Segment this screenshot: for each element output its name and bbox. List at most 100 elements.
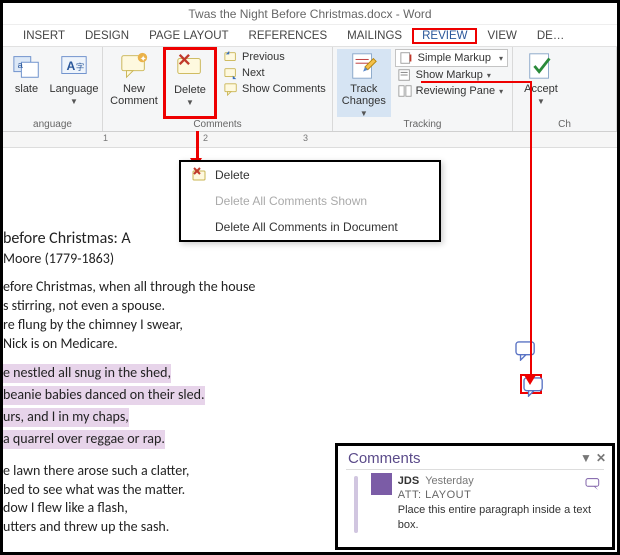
- accept-button[interactable]: Accept ▼: [517, 49, 565, 117]
- show-comments-label: Show Comments: [242, 83, 326, 95]
- language-label: Language: [50, 83, 99, 95]
- annotation-arrow: [530, 81, 532, 381]
- track-changes-label: Track Changes: [341, 83, 387, 107]
- delete-comment-icon: [191, 167, 207, 183]
- show-markup-label: Show Markup: [416, 69, 483, 81]
- delete-comment-button[interactable]: Delete ▼: [166, 50, 214, 109]
- comment-marker-icon[interactable]: [515, 341, 537, 361]
- group-language: a slate A字 Language ▼ anguage: [3, 47, 103, 131]
- translate-icon: a: [12, 51, 42, 81]
- track-changes-button[interactable]: Track Changes ▼: [337, 49, 391, 117]
- annotation-arrow: [196, 131, 199, 161]
- chevron-down-icon: ▾: [499, 87, 503, 96]
- next-comment-button[interactable]: Next: [221, 65, 329, 81]
- comment-time: Yesterday: [425, 475, 474, 487]
- comment-item[interactable]: JDS Yesterday ATT: LAYOUT Place this enti…: [338, 470, 612, 547]
- reviewing-pane-label: Reviewing Pane: [416, 85, 496, 97]
- svg-text:A: A: [67, 59, 76, 73]
- group-label-changes: Ch: [513, 119, 616, 130]
- group-label-tracking: Tracking: [333, 119, 512, 130]
- markup-icon: [400, 51, 414, 65]
- tab-developer[interactable]: DE…: [527, 30, 574, 42]
- ribbon-tabs: INSERT DESIGN PAGE LAYOUT REFERENCES MAI…: [3, 25, 617, 47]
- app-window: Twas the Night Before Christmas.docx - W…: [0, 0, 620, 555]
- reply-icon[interactable]: [584, 478, 602, 495]
- reviewing-pane-button[interactable]: Reviewing Pane ▾: [395, 83, 508, 99]
- chevron-down-icon: ▼: [70, 97, 78, 106]
- reviewing-pane-icon: [398, 84, 412, 98]
- chevron-down-icon: ▼: [186, 98, 194, 107]
- tab-mailings[interactable]: MAILINGS: [337, 30, 412, 42]
- menu-delete[interactable]: Delete: [181, 162, 439, 188]
- group-tracking: Track Changes ▼ Simple Markup ▾ Show Mar…: [333, 47, 513, 131]
- show-comments-button[interactable]: Show Comments: [221, 81, 329, 97]
- doc-text: s stirring, not even a spouse.: [3, 297, 617, 316]
- chevron-down-icon: ▼: [360, 109, 368, 118]
- horizontal-ruler[interactable]: 1 2 3: [3, 132, 617, 148]
- delete-comment-label: Delete: [174, 84, 206, 96]
- svg-text:字: 字: [76, 62, 84, 72]
- comments-panel-title: Comments: [348, 450, 421, 467]
- svg-text:a: a: [17, 60, 23, 70]
- new-comment-icon: ✦: [119, 51, 149, 81]
- tab-design[interactable]: DESIGN: [75, 30, 139, 42]
- doc-text-highlighted: urs, and I in my chaps,: [3, 408, 129, 427]
- language-button[interactable]: A字 Language ▼: [50, 49, 98, 117]
- ribbon: a slate A字 Language ▼ anguage ✦: [3, 47, 617, 132]
- tab-references[interactable]: REFERENCES: [239, 30, 338, 42]
- chevron-down-icon[interactable]: ▼: [580, 451, 592, 465]
- language-icon: A字: [59, 51, 89, 81]
- delete-dropdown-menu: Delete Delete All Comments Shown Delete …: [179, 160, 441, 242]
- chevron-down-icon: ▾: [487, 71, 491, 80]
- tab-view[interactable]: VIEW: [477, 30, 526, 42]
- window-title: Twas the Night Before Christmas.docx - W…: [3, 3, 617, 25]
- annotation-arrow: [421, 81, 531, 83]
- track-changes-icon: [349, 51, 379, 81]
- display-for-review-dropdown[interactable]: Simple Markup ▾: [395, 49, 508, 67]
- chevron-down-icon: ▾: [499, 54, 503, 63]
- chevron-down-icon: ▼: [537, 97, 545, 106]
- new-comment-button[interactable]: ✦ New Comment: [107, 49, 161, 117]
- group-changes: Accept ▼ Ch: [513, 47, 617, 131]
- next-icon: [224, 66, 238, 80]
- translate-label: slate: [15, 83, 38, 95]
- show-markup-icon: [398, 68, 412, 82]
- doc-text: re flung by the chimney I swear,: [3, 316, 617, 335]
- show-comments-icon: [224, 82, 238, 96]
- accept-icon: [526, 51, 556, 81]
- next-label: Next: [242, 67, 265, 79]
- menu-delete-label: Delete: [215, 168, 250, 182]
- tab-insert[interactable]: INSERT: [13, 30, 75, 42]
- menu-delete-all-document[interactable]: Delete All Comments in Document: [181, 214, 439, 240]
- comment-body-text: Place this entire paragraph inside a tex…: [398, 503, 602, 533]
- comments-panel: Comments ▼ ✕ JDS Yesterday ATT: LAYOUT Pl…: [335, 443, 615, 550]
- menu-delete-all-shown: Delete All Comments Shown: [181, 188, 439, 214]
- doc-byline: Moore (1779-1863): [3, 250, 617, 269]
- blank-icon: [191, 193, 207, 209]
- group-label-comments: Comments: [103, 119, 332, 130]
- doc-text: efore Christmas, when all through the ho…: [3, 278, 617, 297]
- delete-comment-icon: [175, 52, 205, 82]
- comment-attention: ATT: LAYOUT: [398, 488, 602, 503]
- display-for-review-label: Simple Markup: [418, 52, 491, 64]
- previous-comment-button[interactable]: Previous: [221, 49, 329, 65]
- doc-text-highlighted: a quarrel over reggae or rap.: [3, 430, 165, 449]
- tab-page-layout[interactable]: PAGE LAYOUT: [139, 30, 238, 42]
- translate-button[interactable]: a slate: [7, 49, 46, 117]
- blank-icon: [191, 219, 207, 235]
- tab-review[interactable]: REVIEW: [412, 28, 477, 44]
- arrow-down-icon: [524, 375, 536, 385]
- close-icon[interactable]: ✕: [596, 451, 606, 465]
- avatar: [371, 473, 392, 495]
- doc-text-highlighted: e nestled all snug in the shed,: [3, 364, 171, 383]
- comment-author: JDS: [398, 475, 419, 487]
- new-comment-label: New Comment: [110, 83, 158, 107]
- previous-icon: [224, 50, 238, 64]
- svg-text:✦: ✦: [140, 53, 147, 63]
- menu-delete-all-document-label: Delete All Comments in Document: [215, 220, 398, 234]
- group-comments: ✦ New Comment Delete ▼: [103, 47, 333, 131]
- group-label-language: anguage: [3, 119, 102, 130]
- menu-delete-all-shown-label: Delete All Comments Shown: [215, 194, 367, 208]
- previous-label: Previous: [242, 51, 285, 63]
- doc-text-highlighted: beanie babies danced on their sled.: [3, 386, 205, 405]
